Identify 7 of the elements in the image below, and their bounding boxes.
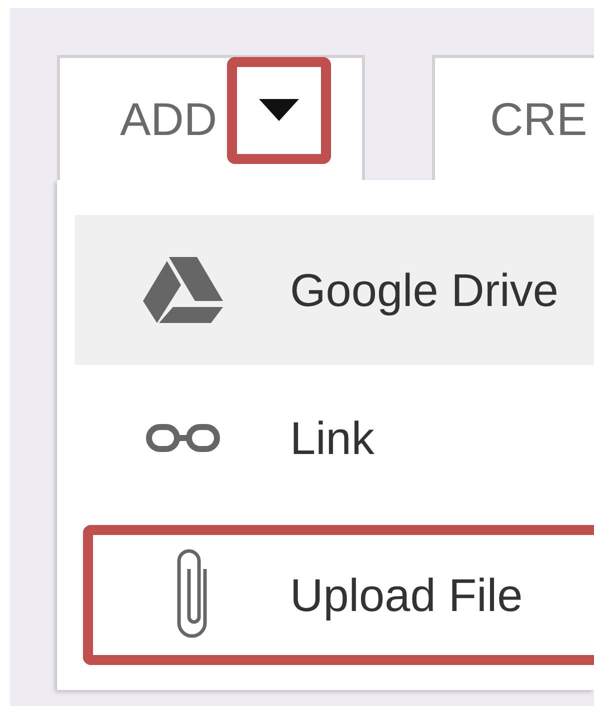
menu-item[interactable]: Upload File [83, 525, 594, 665]
link-icon [146, 422, 220, 454]
menu-item[interactable]: Google Drive [75, 215, 594, 365]
caret-icon[interactable] [227, 56, 332, 164]
toolbar-button[interactable]: CRE [432, 55, 594, 180]
add-button[interactable]: ADD [57, 55, 365, 180]
drive-icon [142, 257, 222, 323]
